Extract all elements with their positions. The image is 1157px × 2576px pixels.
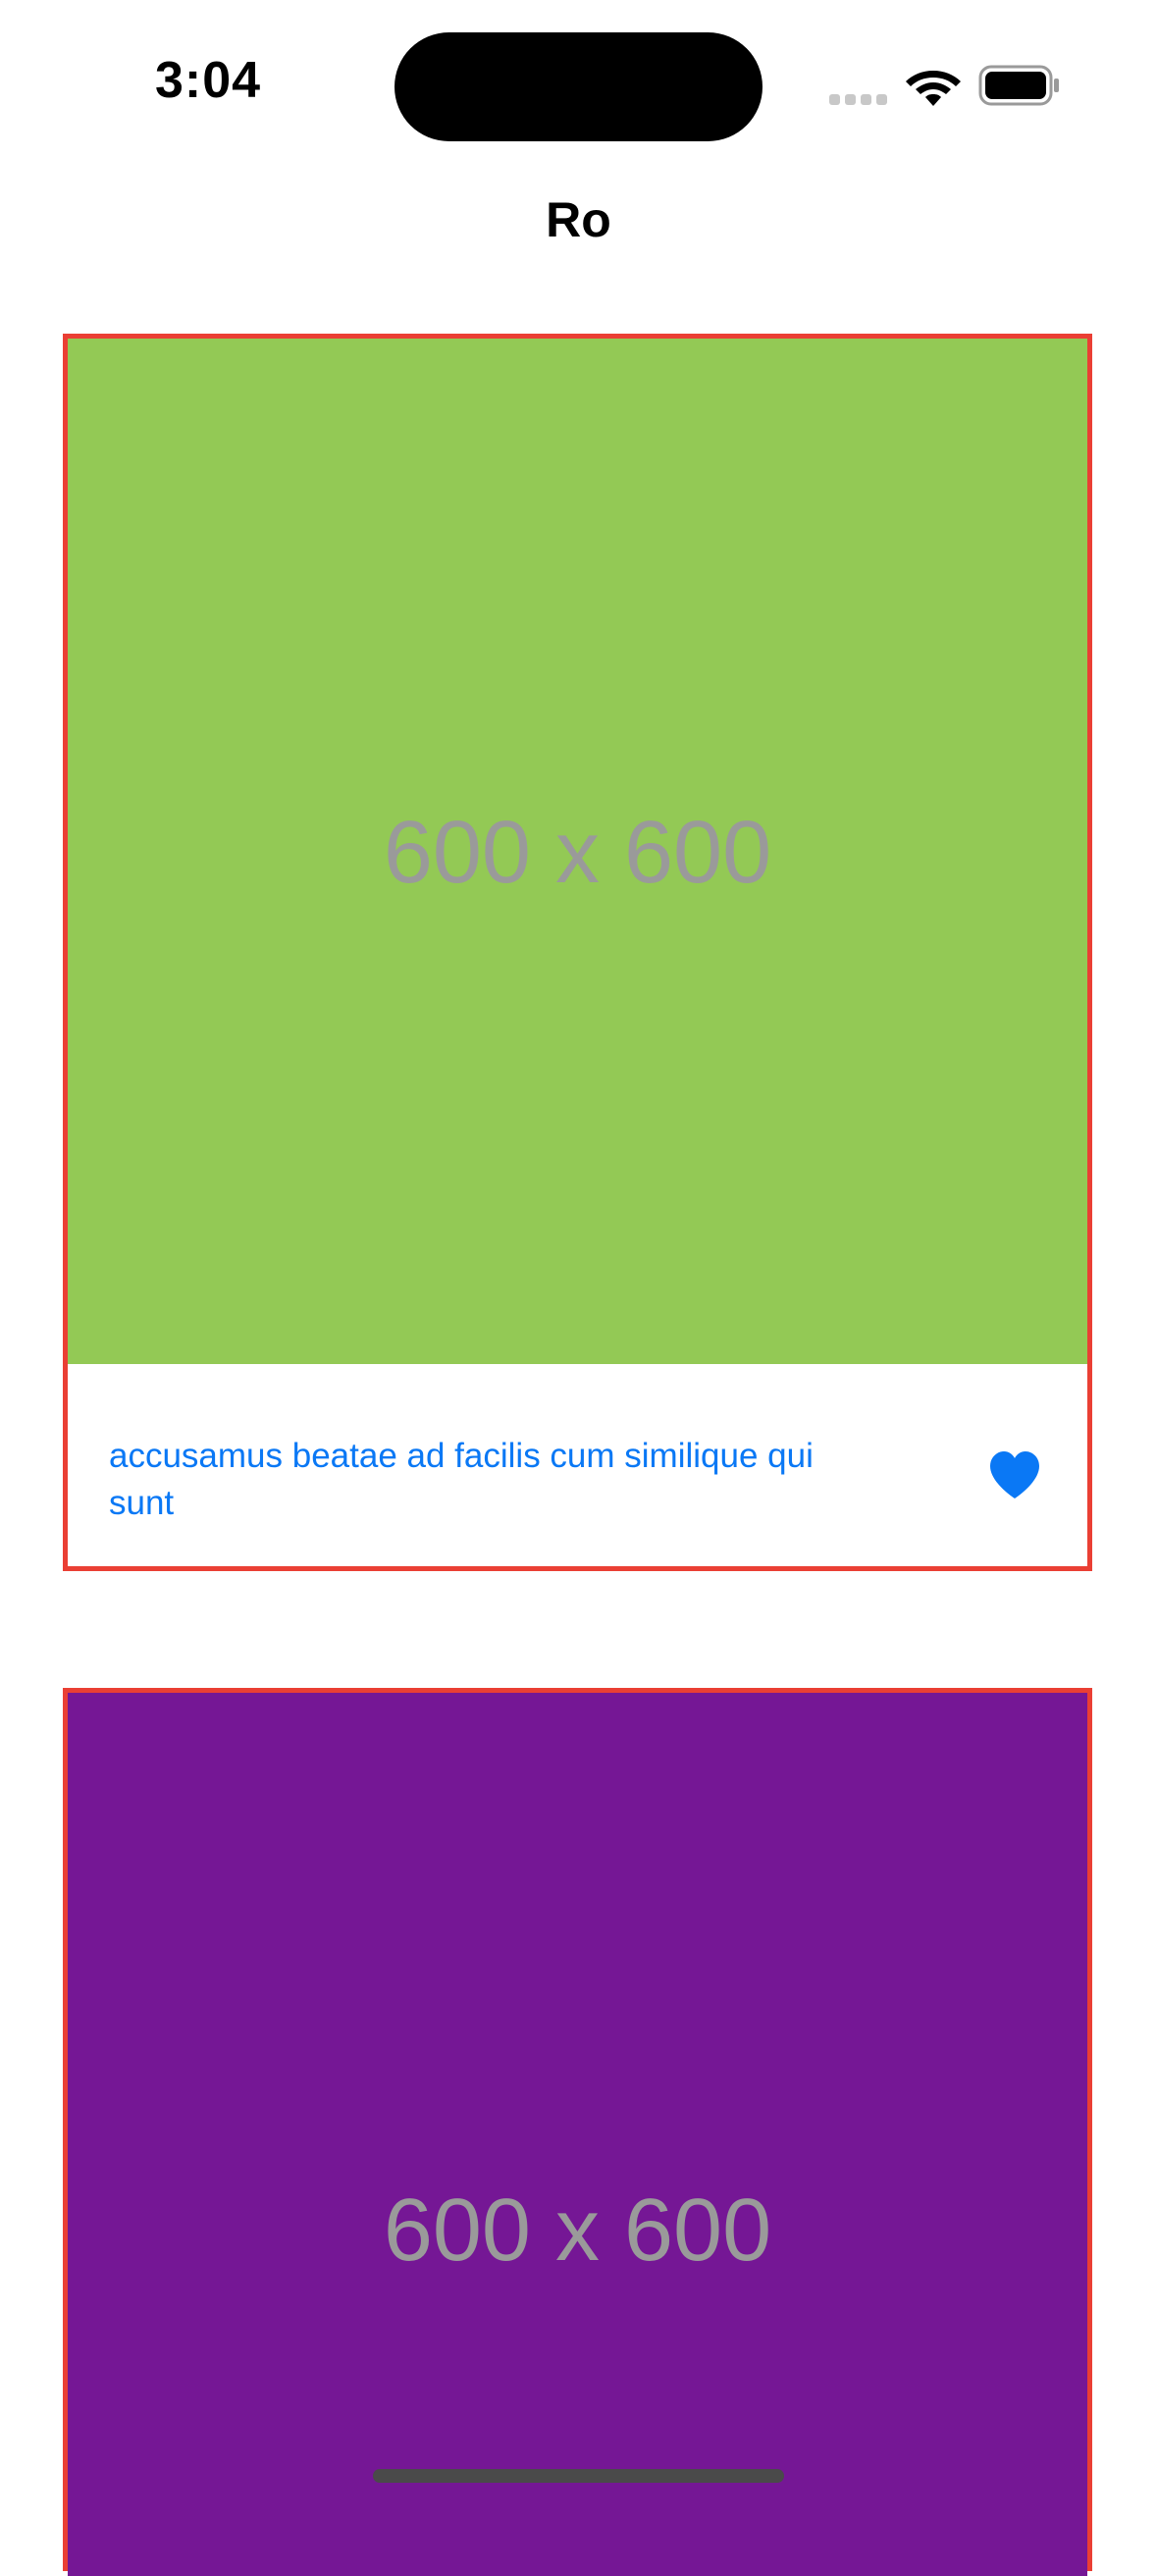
card-image[interactable]: 600 x 600 (68, 1693, 1087, 2576)
heart-filled-icon[interactable] (988, 1450, 1041, 1499)
battery-icon (978, 65, 1059, 106)
status-time: 3:04 (155, 52, 262, 109)
photo-card[interactable]: 600 x 600 (63, 1688, 1092, 2576)
page-title: Ro (546, 192, 611, 247)
cellular-signal-icon (829, 94, 888, 106)
status-bar: 3:04 (0, 0, 1157, 157)
card-footer: accusamus beatae ad facilis cum similiqu… (68, 1364, 1087, 1566)
image-placeholder-label: 600 x 600 (383, 2182, 772, 2280)
image-placeholder-label: 600 x 600 (383, 804, 772, 902)
card-image[interactable]: 600 x 600 (68, 339, 1087, 1364)
photo-card[interactable]: 600 x 600 accusamus beatae ad facilis cu… (63, 334, 1092, 1571)
dynamic-island (394, 32, 763, 141)
card-caption: accusamus beatae ad facilis cum similiqu… (109, 1437, 814, 1522)
home-indicator[interactable] (373, 2469, 784, 2483)
wifi-icon (906, 71, 961, 106)
